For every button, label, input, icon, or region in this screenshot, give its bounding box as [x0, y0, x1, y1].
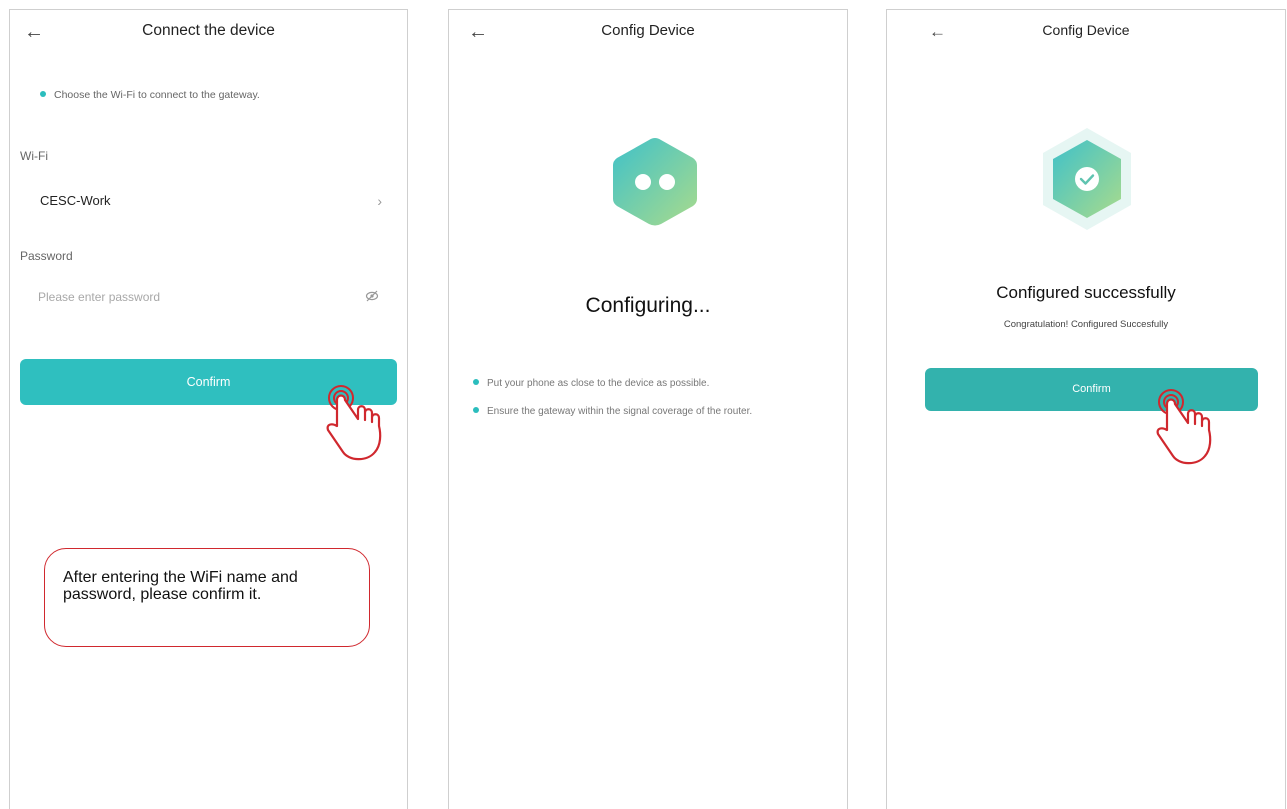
password-input[interactable]: Please enter password — [38, 290, 379, 304]
success-subtitle: Congratulation! Configured Succesfully — [1003, 319, 1169, 330]
hexagon-device-icon — [613, 138, 697, 226]
eye-off-icon[interactable] — [365, 290, 379, 305]
page-title: Config Device — [1042, 22, 1130, 38]
bullet-dot-icon — [40, 91, 46, 97]
page-title: Config Device — [601, 22, 695, 39]
hexagon-check-icon — [1043, 128, 1131, 230]
screen-connect-device: ← Connect the device Choose the Wi-Fi to… — [9, 9, 408, 809]
password-placeholder: Please enter password — [38, 290, 161, 304]
wifi-selector[interactable]: CESC-Work › — [40, 193, 382, 209]
configuring-status: Configuring... — [585, 294, 711, 317]
annotation-callout: After entering the WiFi name and passwor… — [44, 548, 370, 647]
page-title: Connect the device — [142, 22, 275, 39]
bullet-dot-icon — [473, 379, 479, 385]
tap-hand-icon — [1156, 389, 1212, 465]
tap-hand-icon — [326, 385, 382, 461]
wifi-hint: Choose the Wi-Fi to connect to the gatew… — [40, 89, 260, 101]
chevron-right-icon: › — [377, 193, 382, 209]
screen-configuring: ← Config Device Configuring... Put your … — [448, 9, 848, 809]
bullet-dot-icon — [473, 407, 479, 413]
password-label: Password — [20, 249, 73, 263]
tip-item: Put your phone as close to the device as… — [473, 376, 819, 392]
tip-item: Ensure the gateway within the signal cov… — [473, 404, 819, 420]
screen-configured: ← Config Device Configured successfully … — [886, 9, 1286, 809]
wifi-value: CESC-Work — [40, 193, 111, 208]
success-status: Configured successfully — [996, 283, 1176, 302]
wifi-label: Wi-Fi — [20, 149, 48, 163]
